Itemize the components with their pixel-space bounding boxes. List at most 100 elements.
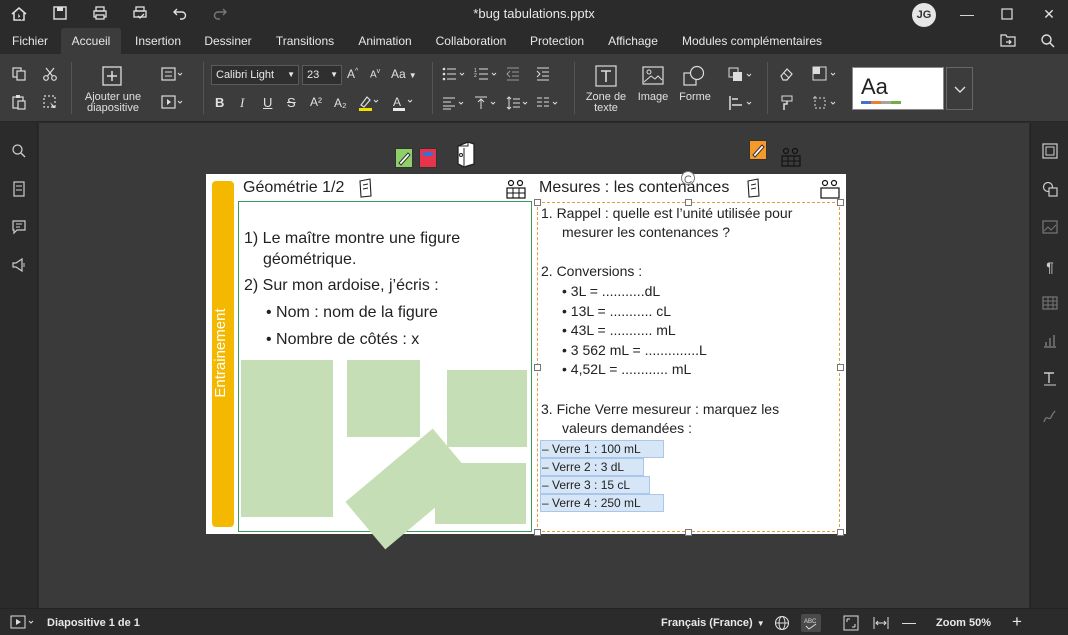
open-location-icon[interactable] [998,33,1018,51]
theme-gallery[interactable]: Aa [852,67,944,110]
fill-icon[interactable] [812,66,838,82]
chart-settings-icon[interactable] [1040,333,1060,353]
increase-indent-icon[interactable] [536,67,550,81]
cut-icon[interactable] [42,66,58,82]
resize-handle[interactable] [837,199,844,206]
user-avatar[interactable]: JG [912,3,936,27]
tab-dessiner[interactable]: Dessiner [196,28,260,54]
signature-settings-icon[interactable] [1040,409,1060,429]
subscript-button[interactable]: A₂ [334,96,347,110]
resize-handle[interactable] [534,529,541,536]
layout-icon[interactable] [161,67,183,81]
image-icon[interactable] [642,65,664,87]
copy-icon[interactable] [11,66,27,82]
grow-font-icon[interactable]: A^ [347,67,358,81]
tab-transitions[interactable]: Transitions [268,28,342,54]
add-slide-label-2[interactable]: diapositive [78,103,148,114]
resize-handle[interactable] [837,529,844,536]
book-icon[interactable] [419,148,437,168]
language-value: Français (France) [661,617,753,629]
font-size-combo[interactable]: 23 ▼ [302,65,342,85]
tab-animation[interactable]: Animation [350,28,420,54]
conversion-3: • 43L = ........... mL [562,322,676,338]
paste-icon[interactable] [11,94,27,110]
tab-insertion[interactable]: Insertion [128,28,188,54]
zoom-out-button[interactable]: — [902,614,916,630]
group-work-icon[interactable] [780,146,802,168]
highlight-color-icon[interactable] [357,94,379,112]
minimize-icon[interactable]: — [952,4,982,24]
close-icon[interactable]: ✕ [1034,4,1064,24]
tab-accueil[interactable]: Accueil [61,28,121,54]
shrink-font-icon[interactable]: Av [370,68,380,80]
columns-icon[interactable] [536,96,560,110]
tab-affichage[interactable]: Affichage [600,28,666,54]
table-settings-icon[interactable] [1040,295,1060,315]
shape-settings-icon[interactable] [1040,181,1060,201]
language-selector[interactable]: Français (France) ▼ [661,617,765,629]
slide-settings-icon[interactable] [1040,143,1060,163]
bullets-icon[interactable] [442,67,466,81]
fit-width-icon[interactable] [873,615,889,634]
slideshow-icon[interactable] [161,95,183,109]
align-icon[interactable] [442,96,466,110]
line-spacing-icon[interactable] [506,96,530,110]
rotate-handle[interactable] [681,171,695,185]
search-icon[interactable] [9,143,29,163]
resize-handle[interactable] [685,529,692,536]
theme-dropdown-button[interactable] [946,67,973,110]
add-slide-icon[interactable] [102,66,122,86]
write-icon[interactable] [749,140,767,160]
shape-icon[interactable] [683,65,705,87]
vertical-align-icon[interactable] [474,96,498,110]
maximize-icon[interactable] [992,4,1022,24]
underline-button[interactable]: U [263,95,272,110]
fit-slide-icon[interactable] [843,615,859,634]
play-slideshow-icon[interactable] [10,615,36,632]
numbering-icon[interactable]: 12 [474,67,498,81]
comments-icon[interactable] [9,219,29,239]
tab-fichier[interactable]: Fichier [8,28,52,54]
tab-modules[interactable]: Modules complémentaires [674,28,830,54]
tab-collaboration[interactable]: Collaboration [428,28,514,54]
clear-format-icon[interactable] [779,66,795,82]
slides-panel-icon[interactable] [9,181,29,201]
square-shape[interactable] [447,370,527,447]
rectangle-shape[interactable] [241,360,333,517]
superscript-button[interactable]: A² [310,95,322,109]
shape-label[interactable]: Forme [673,92,717,103]
text-art-settings-icon[interactable] [1040,371,1060,391]
spellcheck-icon[interactable]: ABC [801,614,821,632]
font-color-icon[interactable]: A [391,94,413,112]
font-size-value: 23 [307,69,320,81]
resize-handle[interactable] [837,364,844,371]
font-name-combo[interactable]: Calibri Light ▼ [211,65,299,85]
slide-size-icon[interactable] [812,95,838,111]
arrange-icon[interactable] [728,67,754,83]
zoom-in-button[interactable]: + [1012,612,1022,632]
paragraph-settings-icon[interactable]: ¶ [1040,257,1060,277]
italic-button[interactable]: I [240,95,244,111]
align-objects-icon[interactable] [728,95,754,111]
strikethrough-button[interactable]: S [287,95,296,110]
square-shape[interactable] [347,360,420,437]
binder-icon[interactable] [456,140,476,168]
pencil-note-icon[interactable] [395,148,413,168]
image-settings-icon[interactable] [1040,219,1060,239]
tab-protection[interactable]: Protection [522,28,592,54]
image-label[interactable]: Image [632,92,674,103]
change-case-icon[interactable]: Aa ▼ [391,67,417,81]
bold-button[interactable]: B [215,95,224,110]
announcement-icon[interactable] [9,257,29,277]
decrease-indent-icon[interactable] [506,67,520,81]
globe-icon[interactable] [774,615,790,634]
resize-handle[interactable] [534,364,541,371]
textbox-icon[interactable] [595,65,617,87]
format-painter-icon[interactable] [779,95,795,111]
search-icon[interactable] [1038,33,1058,51]
textbox-label-2[interactable]: texte [580,103,632,114]
ribbon-separator [432,62,433,114]
slide[interactable]: Entrainement Géométrie 1/2 1) Le maître … [206,171,846,550]
resize-handle[interactable] [534,199,541,206]
select-all-icon[interactable] [42,94,58,110]
